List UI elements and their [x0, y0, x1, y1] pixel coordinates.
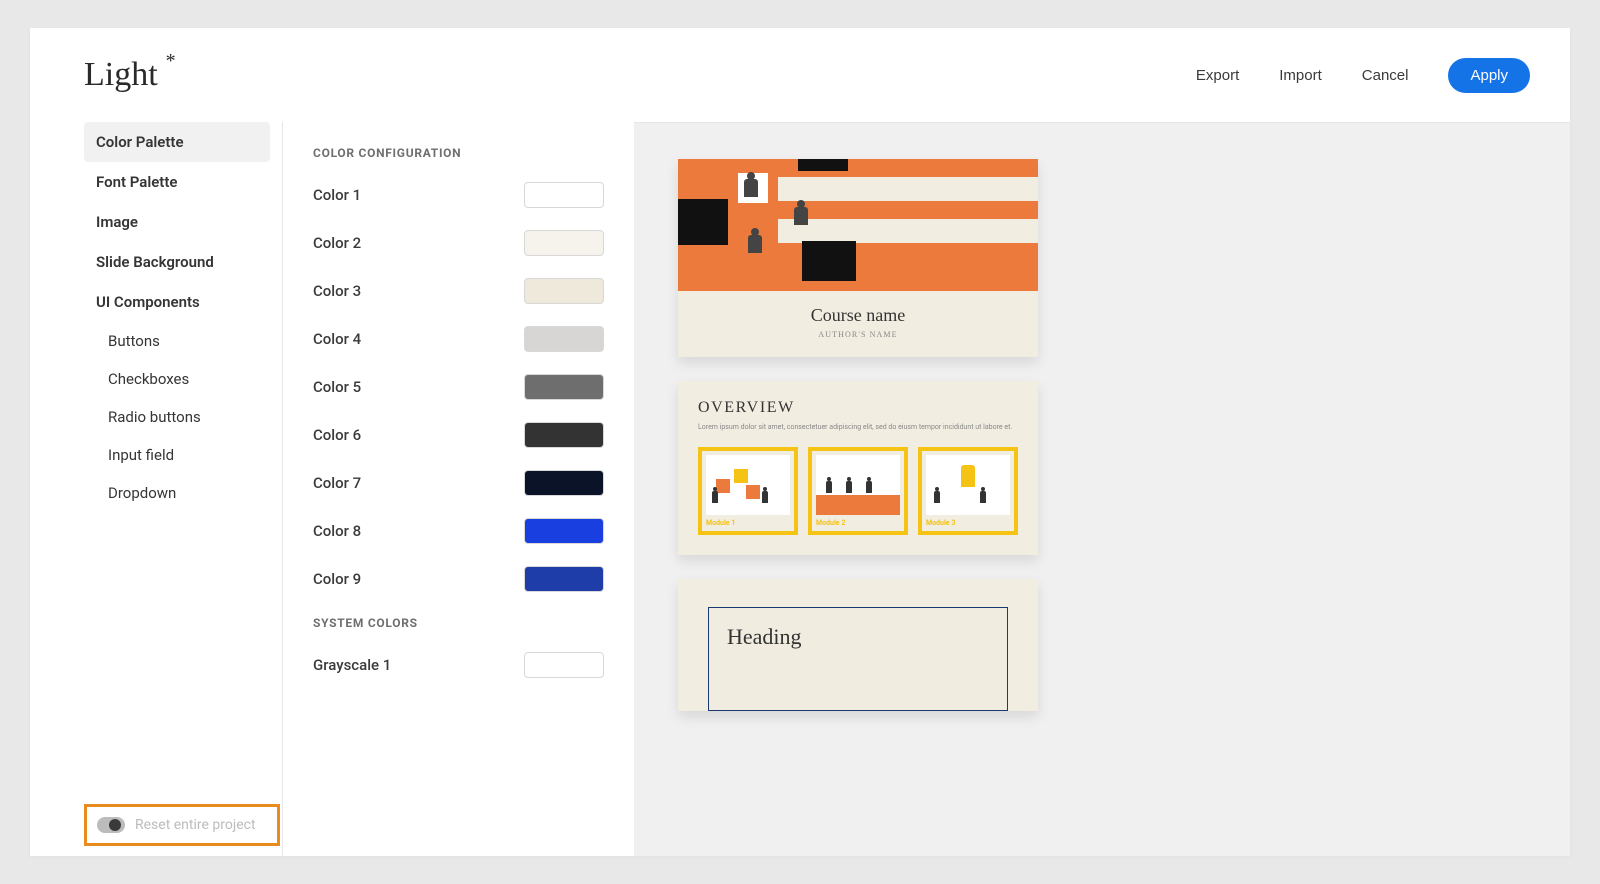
preview-overview-lorem: Lorem ipsum dolor sit amet, consectetuer…	[698, 423, 1018, 433]
color-configuration-column: COLOR CONFIGURATION Color 1 Color 2 Colo…	[282, 122, 634, 856]
cancel-button[interactable]: Cancel	[1362, 67, 1409, 84]
sidebar-item-ui-components[interactable]: UI Components	[84, 282, 270, 322]
color-label: Color 9	[313, 570, 361, 588]
color-label: Color 8	[313, 522, 361, 540]
sidebar-sub-dropdown[interactable]: Dropdown	[84, 474, 270, 512]
color-label: Color 6	[313, 426, 361, 444]
reset-label: Reset entire project	[135, 817, 256, 833]
color-label: Grayscale 1	[313, 656, 391, 674]
preview-column: Course name AUTHOR'S NAME OVERVIEW Lorem…	[634, 122, 1570, 856]
sidebar-sub-radio-buttons[interactable]: Radio buttons	[84, 398, 270, 436]
sidebar: Color Palette Font Palette Image Slide B…	[30, 122, 282, 856]
color-label: Color 4	[313, 330, 361, 348]
color-row-1: Color 1	[313, 182, 604, 208]
color-label: Color 5	[313, 378, 361, 396]
color-swatch-1[interactable]	[524, 182, 604, 208]
header-actions: Export Import Cancel Apply	[1196, 58, 1530, 93]
system-color-row-1: Grayscale 1	[313, 652, 604, 678]
module-caption: Module 2	[816, 519, 900, 527]
color-swatch-8[interactable]	[524, 518, 604, 544]
export-button[interactable]: Export	[1196, 67, 1239, 84]
system-swatch-1[interactable]	[524, 652, 604, 678]
theme-editor-panel: Light * Export Import Cancel Apply Color…	[30, 28, 1570, 856]
color-swatch-2[interactable]	[524, 230, 604, 256]
import-button[interactable]: Import	[1279, 67, 1322, 84]
page-title: Light *	[84, 56, 158, 94]
dirty-indicator: *	[166, 50, 176, 73]
preview-module-2: Module 2	[808, 447, 908, 535]
preview-overview-title: OVERVIEW	[698, 399, 1018, 417]
sidebar-sub-buttons[interactable]: Buttons	[84, 322, 270, 360]
sidebar-item-color-palette[interactable]: Color Palette	[84, 122, 270, 162]
title-text: Light	[84, 56, 158, 93]
preview-card-heading: Heading	[678, 579, 1038, 711]
color-row-7: Color 7	[313, 470, 604, 496]
sidebar-sub-checkboxes[interactable]: Checkboxes	[84, 360, 270, 398]
color-row-2: Color 2	[313, 230, 604, 256]
color-label: Color 7	[313, 474, 361, 492]
section-title-color-config: COLOR CONFIGURATION	[313, 146, 604, 160]
color-row-9: Color 9	[313, 566, 604, 592]
preview-module-3: Module 3	[918, 447, 1018, 535]
preview-heading-box: Heading	[708, 607, 1008, 711]
color-swatch-7[interactable]	[524, 470, 604, 496]
color-swatch-5[interactable]	[524, 374, 604, 400]
color-label: Color 3	[313, 282, 361, 300]
header: Light * Export Import Cancel Apply	[30, 28, 1570, 122]
apply-button[interactable]: Apply	[1448, 58, 1530, 93]
sidebar-sub-input-field[interactable]: Input field	[84, 436, 270, 474]
sidebar-item-font-palette[interactable]: Font Palette	[84, 162, 270, 202]
color-row-4: Color 4	[313, 326, 604, 352]
reset-project-highlight: Reset entire project	[84, 804, 280, 846]
color-row-3: Color 3	[313, 278, 604, 304]
module-caption: Module 1	[706, 519, 790, 527]
preview-card-overview: OVERVIEW Lorem ipsum dolor sit amet, con…	[678, 381, 1038, 555]
color-row-6: Color 6	[313, 422, 604, 448]
preview-course-name: Course name	[688, 305, 1028, 326]
preview-author-name: AUTHOR'S NAME	[688, 330, 1028, 339]
color-row-8: Color 8	[313, 518, 604, 544]
preview-module-1: Module 1	[698, 447, 798, 535]
module-caption: Module 3	[926, 519, 1010, 527]
color-swatch-9[interactable]	[524, 566, 604, 592]
color-swatch-6[interactable]	[524, 422, 604, 448]
color-swatch-3[interactable]	[524, 278, 604, 304]
preview-card-course: Course name AUTHOR'S NAME	[678, 159, 1038, 357]
sidebar-item-image[interactable]: Image	[84, 202, 270, 242]
color-swatch-4[interactable]	[524, 326, 604, 352]
color-label: Color 2	[313, 234, 361, 252]
color-label: Color 1	[313, 186, 361, 204]
sidebar-item-slide-background[interactable]: Slide Background	[84, 242, 270, 282]
color-row-5: Color 5	[313, 374, 604, 400]
reset-toggle[interactable]	[97, 817, 125, 833]
section-title-system-colors: SYSTEM COLORS	[313, 616, 604, 630]
preview-hero-graphic	[678, 159, 1038, 291]
